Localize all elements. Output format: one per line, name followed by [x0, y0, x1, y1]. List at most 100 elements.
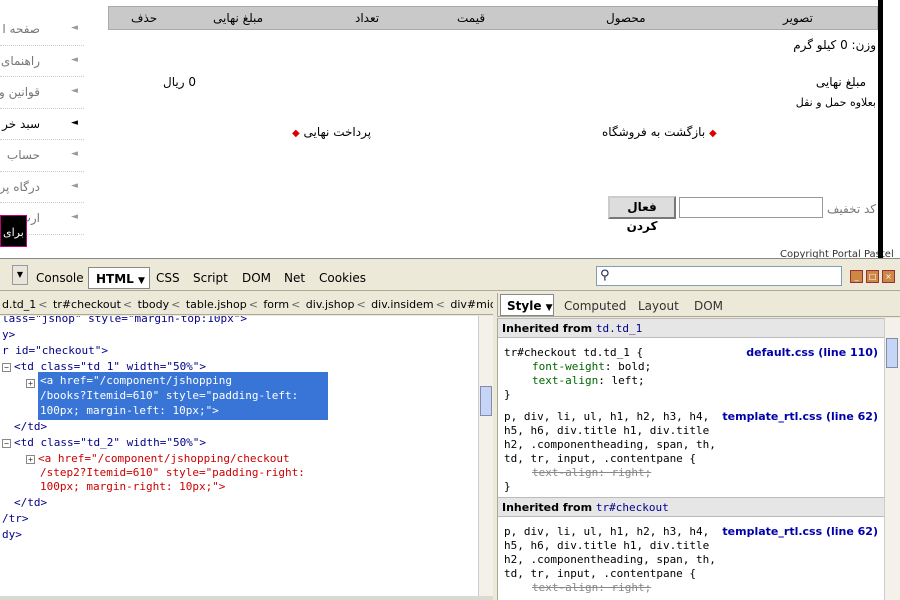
html-line-text: <a href="/component/jshopping/checkout	[38, 452, 290, 465]
html-line[interactable]: /step2?Itemid=610" style="padding-right:	[40, 466, 305, 480]
breadcrumb-item[interactable]: tbody	[136, 293, 172, 311]
css-property-name: text-align	[532, 374, 599, 387]
chevron-left-icon: ◄	[71, 54, 78, 65]
tab-html[interactable]: HTML ▼	[88, 267, 150, 289]
css-source-link[interactable]: default.css (line 110)	[746, 346, 878, 359]
collapse-icon[interactable]: −	[2, 439, 11, 448]
html-line[interactable]: − <td class="td_2" width="50%">	[2, 436, 206, 450]
css-property[interactable]: text-align: left;	[532, 374, 645, 388]
html-line[interactable]: </td>	[14, 496, 47, 510]
arrow-right-icon: ◆	[292, 128, 300, 139]
side-menu-item-label: راهنمای	[0, 53, 40, 68]
css-property-overridden[interactable]: text-align: right;	[532, 466, 651, 480]
activate-coupon-button[interactable]: فعال کردن	[608, 196, 676, 233]
breadcrumb-item[interactable]: div.jshop	[304, 293, 357, 311]
scrollbar-thumb[interactable]	[886, 338, 898, 368]
close-icon[interactable]: ×	[882, 270, 895, 283]
expand-icon[interactable]: +	[26, 376, 38, 390]
side-menu-item-account[interactable]: ◄ حساب	[0, 140, 84, 172]
minimize-icon[interactable]: _	[850, 270, 863, 283]
back-to-shop-label: بازگشت به فروشگاه	[602, 125, 706, 139]
side-menu-item-rules[interactable]: ◄ قوانین و	[0, 77, 84, 109]
breadcrumb-item[interactable]: tr#checkout	[51, 293, 123, 311]
tab-style[interactable]: Style ▼	[500, 294, 554, 316]
coupon-input[interactable]	[679, 197, 823, 218]
css-source-link[interactable]: template_rtl.css (line 62)	[722, 410, 878, 423]
tab-dom[interactable]: DOM	[242, 271, 271, 285]
html-line: /books?Itemid=610" style="padding-left:	[40, 389, 299, 402]
side-menu-item-label: سبد خر	[2, 116, 40, 131]
html-line[interactable]: r id="checkout">	[2, 344, 108, 358]
web-page-viewport: ◄ صفحه ا ◄ راهنمای ◄ قوانین و ◄ سبد خر ◄…	[0, 0, 900, 260]
back-to-shop-link[interactable]: بازگشت به فروشگاه ◆	[602, 125, 717, 139]
final-payment-link[interactable]: ◆ پرداخت نهایی	[292, 125, 371, 139]
side-menu-item-label: صفحه ا	[2, 22, 40, 36]
tab-layout[interactable]: Layout	[638, 299, 679, 313]
page-border	[878, 0, 883, 258]
side-menu-item-cart[interactable]: ◄ سبد خر	[0, 109, 84, 140]
tab-cookies[interactable]: Cookies	[319, 271, 366, 285]
css-source-link[interactable]: template_rtl.css (line 62)	[722, 525, 878, 538]
cart-table-header: تصویر محصول قیمت تعداد مبلغ نهایی حذف	[108, 6, 878, 30]
tab-console[interactable]: Console	[36, 271, 84, 285]
html-line[interactable]: y>	[2, 328, 15, 342]
arrow-left-icon: ◆	[709, 128, 717, 139]
selected-node[interactable]: <a href="/component/jshopping /books?Ite…	[38, 372, 328, 420]
html-line[interactable]: lass="jshop" style="margin-top:10px">	[2, 316, 247, 326]
css-property-name: text-align	[532, 466, 599, 479]
column-header-delete: حذف	[131, 11, 158, 25]
total-value: 0 ریال	[163, 75, 196, 89]
tab-script[interactable]: Script	[193, 271, 228, 285]
html-line[interactable]: + <a href="/component/jshopping/checkout	[26, 452, 290, 466]
side-menu: ◄ صفحه ا ◄ راهنمای ◄ قوانین و ◄ سبد خر ◄…	[0, 14, 84, 235]
chevron-left-icon: ◄	[71, 23, 78, 33]
side-menu-item-guide[interactable]: ◄ راهنمای	[0, 46, 84, 77]
collapse-icon[interactable]: −	[2, 363, 11, 372]
breadcrumb-item[interactable]: table.jshop	[184, 293, 249, 311]
css-property-value: : left;	[598, 374, 645, 387]
inherited-header: Inherited from td.td_1	[498, 318, 884, 338]
html-line[interactable]: /tr>	[2, 512, 29, 526]
search-icon: ⚲	[600, 268, 610, 283]
scrollbar-thumb[interactable]	[480, 386, 492, 416]
html-line[interactable]: </td>	[14, 420, 47, 434]
breadcrumb-item[interactable]: div.insidem	[369, 293, 435, 311]
breadcrumb-item[interactable]: form	[261, 293, 291, 311]
html-line[interactable]: dy>	[2, 528, 22, 542]
side-badge[interactable]: برای	[0, 215, 27, 247]
detach-icon[interactable]: □	[866, 270, 879, 283]
breadcrumb-item[interactable]: d.td_1	[0, 293, 38, 311]
side-menu-item-home[interactable]: ◄ صفحه ا	[0, 14, 84, 46]
tab-net[interactable]: Net	[284, 271, 305, 285]
side-menu-item-label: حساب	[6, 148, 40, 162]
inherited-element-link[interactable]: tr#checkout	[596, 501, 669, 514]
column-header-image: تصویر	[783, 11, 813, 25]
tab-css[interactable]: CSS	[156, 271, 180, 285]
inherited-label: Inherited from	[502, 501, 593, 514]
inherited-element-link[interactable]: td.td_1	[596, 322, 642, 335]
inherited-header: Inherited from tr#checkout	[498, 497, 884, 517]
breadcrumb-item[interactable]: div#midblock	[448, 293, 493, 311]
html-scrollbar[interactable]	[478, 316, 493, 596]
chevron-left-icon: ◄	[71, 149, 78, 159]
tab-html-label: HTML	[96, 272, 134, 286]
chevron-down-icon: ▼	[138, 276, 145, 286]
tab-computed[interactable]: Computed	[564, 299, 626, 313]
html-line[interactable]: 100px; margin-right: 10px;">	[40, 480, 225, 494]
style-scrollbar[interactable]	[884, 318, 900, 600]
firebug-search-input[interactable]: ⚲	[596, 266, 842, 286]
css-property-value: : bold;	[604, 360, 652, 373]
cart-weight: وزن: 0 کیلو گرم	[793, 38, 876, 52]
firebug-toolbar: ▼ Console HTML ▼ CSS Script DOM Net Cook…	[0, 259, 900, 291]
column-header-price: قیمت	[457, 11, 486, 25]
expand-icon[interactable]: +	[26, 455, 35, 464]
side-menu-item-gateway[interactable]: ◄ درگاه پر	[0, 172, 84, 203]
tab-side-dom[interactable]: DOM	[694, 299, 723, 313]
css-property[interactable]: font-weight: bold;	[532, 360, 651, 374]
html-horizontal-scrollbar[interactable]	[0, 596, 493, 600]
css-property-overridden[interactable]: text-align: right;	[532, 581, 651, 595]
css-selector: h2, .componentheading, span, th,	[504, 553, 716, 566]
css-property-name: font-weight	[532, 360, 605, 373]
firebug-menu-button[interactable]: ▼	[12, 265, 28, 285]
css-property-name: text-align	[532, 581, 599, 594]
